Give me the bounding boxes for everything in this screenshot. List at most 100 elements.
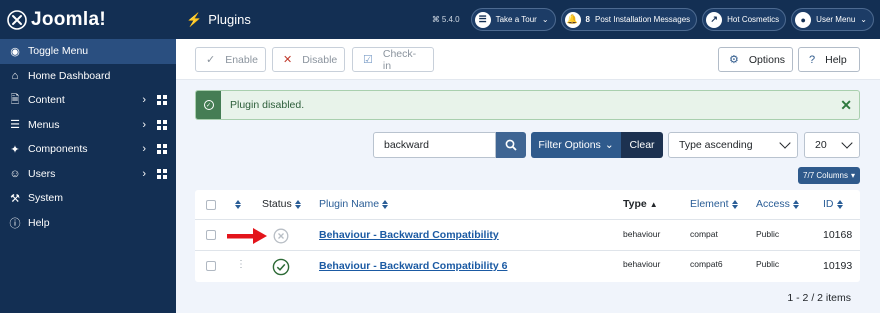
joomla-logo[interactable]: Joomla! <box>0 0 176 39</box>
dashboard-grid-icon[interactable] <box>157 168 167 179</box>
search-button[interactable] <box>496 132 526 158</box>
sort-icon <box>792 199 799 209</box>
sort-icon <box>235 199 241 209</box>
element-header[interactable]: Element <box>690 198 738 210</box>
plugin-name-header[interactable]: Plugin Name <box>319 198 389 210</box>
sidebar-item-system[interactable]: ⚒ System <box>0 186 176 211</box>
red-arrow-icon <box>227 228 267 244</box>
close-alert-icon[interactable]: ✕ <box>840 97 852 114</box>
sidebar-item-users[interactable]: ☺ Users › <box>0 162 176 187</box>
dashboard-grid-icon[interactable] <box>157 144 167 155</box>
sidebar-item-label: Content <box>28 94 65 107</box>
user-icon: ● <box>795 11 812 28</box>
clear-button[interactable]: Clear <box>621 132 663 158</box>
sidebar-item-home-dashboard[interactable]: ⌂ Home Dashboard <box>0 64 176 89</box>
status-header[interactable]: Status <box>262 198 301 210</box>
tour-icon: ☰ <box>474 11 491 28</box>
plugin-name-link[interactable]: Behaviour - Backward Compatibility 6 <box>319 260 507 272</box>
ordering-select[interactable]: Type ascending <box>668 132 798 158</box>
sort-icon <box>836 199 843 209</box>
check-circle-icon: ✓ <box>203 100 214 110</box>
limit-select[interactable]: 20 <box>804 132 860 158</box>
table-header-row: Status Plugin Name Type ▲ Element Access… <box>195 190 860 220</box>
access-header-label: Access <box>756 198 790 210</box>
disabled-status-icon[interactable] <box>273 228 289 244</box>
messages-label: Post Installation Messages <box>594 15 691 24</box>
sidebar-item-label: Toggle Menu <box>28 45 89 58</box>
row-checkbox[interactable] <box>206 230 216 240</box>
chevron-right-icon: › <box>142 94 146 107</box>
user-menu-label: User Menu <box>816 15 856 24</box>
sidebar-item-menus[interactable]: ☰ Menus › <box>0 113 176 138</box>
top-header: Joomla! ⚡ Plugins ⌘ 5.4.0 ☰ Take a Tour … <box>0 0 880 39</box>
plugin-element: compat6 <box>690 259 723 269</box>
page-title-area: ⚡ Plugins <box>186 12 251 28</box>
file-icon: 🗎 <box>10 93 20 106</box>
plugin-name-header-label: Plugin Name <box>319 198 380 210</box>
joomla-logo-icon <box>7 9 27 30</box>
chevron-right-icon: › <box>142 118 146 131</box>
sidebar-item-help[interactable]: ⓘ Help <box>0 211 176 236</box>
chevron-down-icon: ⌄ <box>860 15 867 24</box>
disable-button[interactable]: ✕ Disable <box>272 47 345 72</box>
enable-button[interactable]: ✓ Enable <box>195 47 266 72</box>
take-tour-button[interactable]: ☰ Take a Tour ⌄ <box>470 8 556 31</box>
plugin-type: behaviour <box>623 229 661 239</box>
checkbox-icon: ☑ <box>363 54 373 66</box>
users-icon: ☺ <box>9 167 21 180</box>
list-icon: ☰ <box>10 119 20 132</box>
options-label: Options <box>748 53 786 66</box>
chevron-down-icon <box>779 137 791 149</box>
sidebar-item-label: Menus <box>28 118 60 131</box>
search-input[interactable]: backward <box>373 132 496 158</box>
select-all-checkbox[interactable] <box>206 200 216 210</box>
question-icon: ? <box>809 53 816 66</box>
alert-message: Plugin disabled. <box>230 99 305 111</box>
version-number: 5.4.0 <box>441 15 460 24</box>
post-install-messages-button[interactable]: 🔔 8 Post Installation Messages <box>560 8 698 31</box>
row-checkbox[interactable] <box>206 261 216 271</box>
chevron-right-icon: › <box>142 167 146 180</box>
id-header-label: ID <box>823 198 834 210</box>
search-icon <box>505 139 517 151</box>
table-row: Behaviour - Backward Compatibility behav… <box>195 220 860 251</box>
user-menu-button[interactable]: ● User Menu ⌄ <box>791 8 874 31</box>
dashboard-grid-icon[interactable] <box>157 95 167 106</box>
alert-icon-box: ✓ <box>196 91 221 119</box>
drag-handle-icon[interactable]: ⋮ <box>236 259 246 270</box>
checkin-label: Check-in <box>382 47 417 72</box>
help-button[interactable]: ? Help <box>798 47 860 72</box>
plugin-id: 10168 <box>823 229 853 241</box>
site-link-button[interactable]: ↗ Hot Cosmetics <box>702 8 787 31</box>
plugin-name-link[interactable]: Behaviour - Backward Compatibility <box>319 229 499 241</box>
status-header-label: Status <box>262 198 292 210</box>
columns-button[interactable]: 7/7 Columns ▾ <box>798 167 860 184</box>
options-button[interactable]: ⚙ Options <box>718 47 793 72</box>
sidebar-item-content[interactable]: 🗎 Content › <box>0 88 176 113</box>
version-label: ⌘ 5.4.0 <box>432 15 460 24</box>
plugin-type: behaviour <box>623 259 661 269</box>
sort-icon <box>382 199 389 209</box>
sidebar-item-label: Home Dashboard <box>28 69 111 82</box>
close-icon: ✕ <box>283 54 293 66</box>
pagination-count: 1 - 2 / 2 items <box>787 292 851 304</box>
ordering-value: Type ascending <box>679 139 753 151</box>
type-header[interactable]: Type ▲ <box>623 198 658 210</box>
sidebar-item-components[interactable]: ✦ Components › <box>0 137 176 162</box>
bell-icon: 🔔 <box>564 11 581 28</box>
id-header[interactable]: ID <box>823 198 843 210</box>
type-header-label: Type <box>623 198 647 210</box>
sidebar-item-toggle-menu[interactable]: ◉ Toggle Menu <box>0 39 176 64</box>
columns-label: 7/7 Columns <box>803 171 848 180</box>
ordering-sort-header[interactable] <box>235 199 241 209</box>
check-icon: ✓ <box>206 54 216 66</box>
access-header[interactable]: Access <box>756 198 799 210</box>
messages-count: 8 <box>585 15 590 24</box>
site-label: Hot Cosmetics <box>727 15 780 24</box>
plugins-table: Status Plugin Name Type ▲ Element Access… <box>195 190 860 282</box>
checkin-button[interactable]: ☑ Check-in <box>352 47 434 72</box>
dashboard-grid-icon[interactable] <box>157 119 167 130</box>
filter-options-button[interactable]: Filter Options ⌄ <box>531 132 621 158</box>
enabled-status-icon[interactable] <box>272 258 290 276</box>
sidebar-item-label: Components <box>28 143 88 156</box>
